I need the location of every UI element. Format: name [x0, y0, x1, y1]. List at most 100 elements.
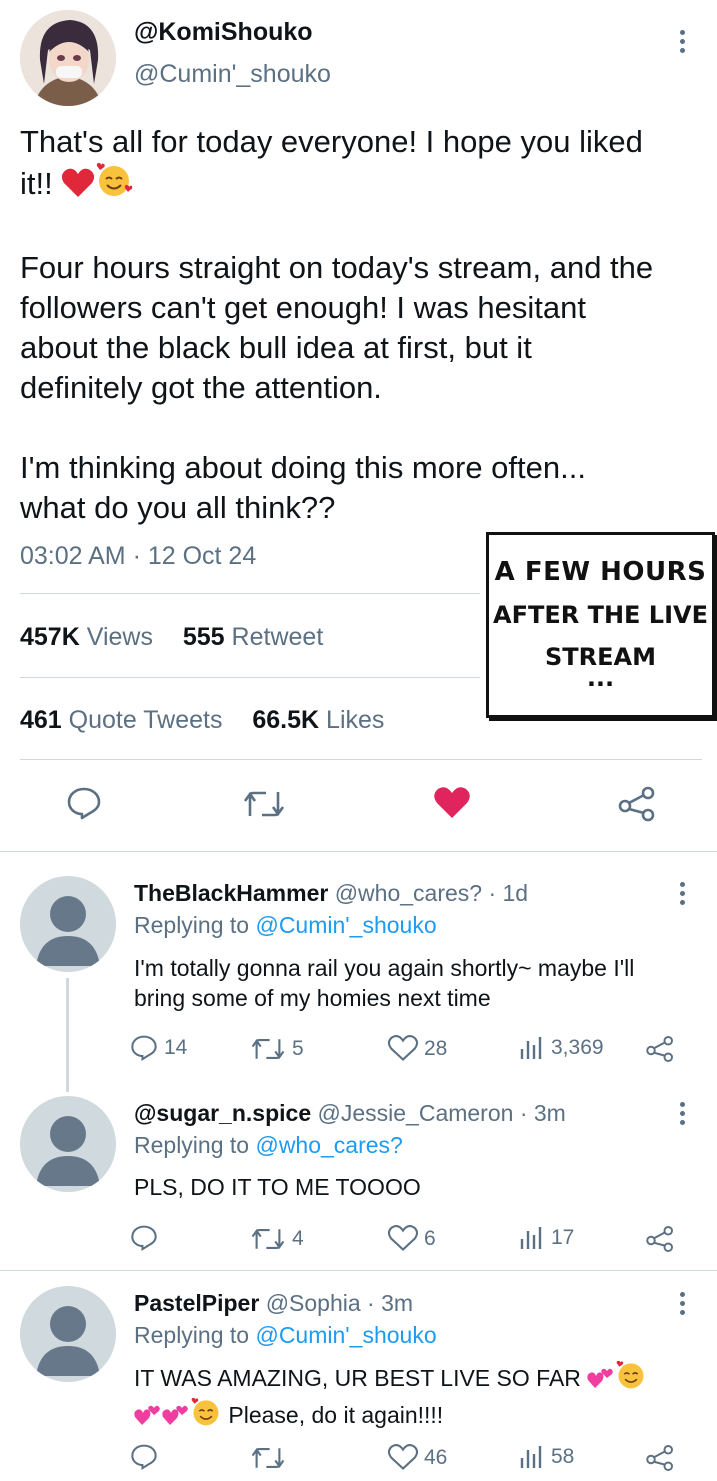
- like-action[interactable]: 28: [388, 1035, 447, 1062]
- tweet-text-line1: That's all for today everyone! I hope yo…: [20, 124, 643, 159]
- reply-text-line2: Please, do it again!!!!: [228, 1402, 444, 1428]
- views-count[interactable]: 457K: [20, 623, 80, 651]
- reply-icon: [67, 787, 101, 820]
- replying-to-label: Replying to: [134, 1132, 250, 1158]
- views-action[interactable]: 3,369: [519, 1035, 604, 1061]
- quote-tweets-count[interactable]: 461: [20, 706, 62, 734]
- share-icon: [618, 786, 655, 822]
- retweet-icon: [251, 1448, 285, 1468]
- divider: [20, 593, 480, 594]
- share-button[interactable]: [617, 786, 657, 827]
- like-count: 28: [424, 1036, 448, 1060]
- heart-filled-icon: [434, 787, 470, 818]
- reply-display-name[interactable]: PastelPiper: [134, 1290, 259, 1316]
- default-avatar-icon: [36, 896, 100, 966]
- reply-handle[interactable]: @Sophia: [266, 1290, 361, 1316]
- more-options-icon[interactable]: [677, 1292, 687, 1315]
- reply-text: I'm totally gonna rail you again shortly…: [134, 955, 635, 1011]
- views-action[interactable]: 17: [519, 1225, 574, 1251]
- reply-text-line1: IT WAS AMAZING, UR BEST LIVE SO FAR: [134, 1365, 581, 1391]
- quotes-likes-stats: 461 Quote Tweets 66.5K Likes: [20, 706, 384, 735]
- views-chart-icon: [520, 1227, 542, 1249]
- caption-box: A FEW HOURS AFTER THE LIVE STREAM ...: [486, 532, 715, 718]
- reply-display-name[interactable]: @sugar_n.spice: [134, 1100, 311, 1126]
- author-avatar[interactable]: [20, 10, 116, 106]
- replying-to-link[interactable]: @Cumin'_shouko: [255, 912, 436, 938]
- reply-time[interactable]: · 3m: [520, 1100, 566, 1126]
- more-options-icon[interactable]: [677, 1102, 687, 1125]
- replying-to-link[interactable]: @who_cares?: [255, 1132, 402, 1158]
- divider: [20, 759, 702, 760]
- thread-line: [66, 978, 69, 1092]
- sparkling-hearts-emoji-icon: [587, 1366, 615, 1397]
- reply-count: 14: [164, 1035, 188, 1059]
- replying-to-link[interactable]: @Cumin'_shouko: [255, 1322, 436, 1348]
- reply-avatar[interactable]: [20, 876, 116, 972]
- views-count: 17: [551, 1226, 575, 1249]
- share-action[interactable]: [645, 1225, 675, 1258]
- retweet-icon: [251, 1039, 285, 1059]
- smiling-face-with-hearts-emoji-icon: [615, 1360, 647, 1397]
- quote-tweets-label[interactable]: Quote Tweets: [69, 706, 223, 734]
- reply-time[interactable]: · 3m: [367, 1290, 413, 1316]
- reply-time[interactable]: · 1d: [488, 880, 528, 906]
- retweet-icon: [251, 1229, 285, 1249]
- tweet-text-para3: I'm thinking about doing this more often…: [20, 450, 586, 525]
- replying-to: Replying to @Cumin'_shouko: [134, 912, 437, 939]
- share-action[interactable]: [645, 1035, 675, 1068]
- retweets-label[interactable]: Retweet: [232, 623, 324, 651]
- likes-label[interactable]: Likes: [326, 706, 384, 734]
- red-heart-emoji-icon: [61, 168, 95, 208]
- reply-avatar[interactable]: [20, 1096, 116, 1192]
- caption-line2: AFTER THE LIVE: [493, 601, 708, 629]
- author-display-name[interactable]: @KomiShouko: [134, 18, 313, 47]
- like-button[interactable]: [433, 786, 471, 825]
- likes-count[interactable]: 66.5K: [252, 706, 319, 734]
- default-avatar-icon: [36, 1116, 100, 1186]
- reply-action[interactable]: 14: [130, 1034, 187, 1061]
- reply-action[interactable]: [130, 1224, 164, 1251]
- retweet-action[interactable]: 5: [250, 1036, 304, 1062]
- share-icon: [646, 1445, 673, 1471]
- reply-icon: [131, 1225, 157, 1251]
- reply-icon: [131, 1035, 157, 1061]
- views-action[interactable]: 58: [519, 1444, 574, 1470]
- reply-handle[interactable]: @Jessie_Cameron: [318, 1100, 514, 1126]
- like-count: 46: [424, 1445, 448, 1469]
- like-action[interactable]: 6: [388, 1225, 436, 1252]
- tweet-text: That's all for today everyone! I hope yo…: [20, 122, 710, 528]
- replying-to-label: Replying to: [134, 1322, 250, 1348]
- heart-outline-icon: [388, 1444, 418, 1470]
- replying-to: Replying to @Cumin'_shouko: [134, 1322, 437, 1349]
- reply-button[interactable]: [66, 786, 102, 825]
- default-avatar-icon: [36, 1306, 100, 1376]
- retweet-button[interactable]: [242, 788, 286, 825]
- caption-dots: ...: [586, 664, 615, 692]
- reply-text: PLS, DO IT TO ME TOOOO: [134, 1174, 421, 1200]
- views-label[interactable]: Views: [87, 623, 153, 651]
- more-options-icon[interactable]: [677, 30, 687, 53]
- reply-avatar[interactable]: [20, 1286, 116, 1382]
- reply-header: @sugar_n.spice @Jessie_Cameron · 3m: [134, 1100, 566, 1127]
- author-handle[interactable]: @Cumin'_shouko: [134, 60, 331, 89]
- retweet-count: 4: [292, 1227, 304, 1250]
- share-icon: [646, 1226, 673, 1252]
- more-options-icon[interactable]: [677, 882, 687, 905]
- smiling-face-with-hearts-emoji-icon: [190, 1397, 222, 1434]
- retweet-action[interactable]: [250, 1445, 292, 1471]
- like-action[interactable]: 46: [388, 1444, 447, 1471]
- retweet-action[interactable]: 4: [250, 1226, 304, 1252]
- retweets-count[interactable]: 555: [183, 623, 225, 651]
- smiling-face-with-hearts-emoji-icon: [95, 162, 133, 208]
- tweet-text-para2: Four hours straight on today's stream, a…: [20, 250, 654, 405]
- tweet-timestamp[interactable]: 03:02 AM · 12 Oct 24: [20, 542, 256, 571]
- reply-display-name[interactable]: TheBlackHammer: [134, 880, 328, 906]
- reply-icon: [131, 1444, 157, 1470]
- reply-header: TheBlackHammer @who_cares? · 1d: [134, 880, 528, 907]
- share-action[interactable]: [645, 1444, 675, 1477]
- sparkling-hearts-emoji-icon: [162, 1403, 190, 1434]
- reply-action[interactable]: [130, 1443, 164, 1470]
- heart-outline-icon: [388, 1225, 418, 1251]
- views-chart-icon: [520, 1037, 542, 1059]
- reply-handle[interactable]: @who_cares?: [335, 880, 482, 906]
